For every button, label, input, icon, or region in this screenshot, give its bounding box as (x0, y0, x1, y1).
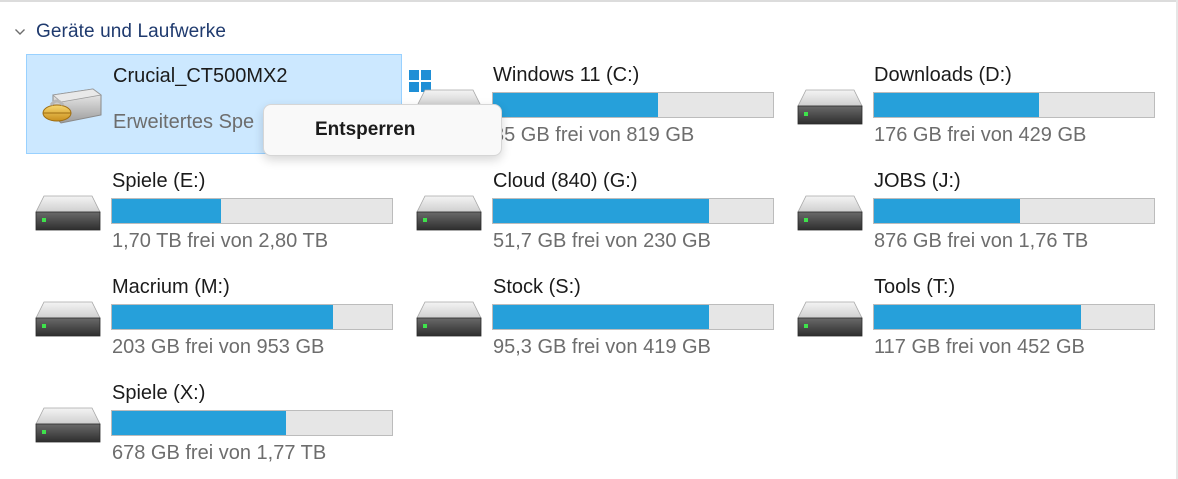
drive-tile-x[interactable]: Spiele (X:) 678 GB frei von 1,77 TB (26, 372, 402, 472)
drive-free-space: 51,7 GB frei von 230 GB (493, 230, 711, 252)
section-header-devices[interactable]: Geräte und Laufwerke (14, 19, 226, 45)
usage-bar (873, 92, 1155, 118)
drive-tile-d[interactable]: Downloads (D:) 176 GB frei von 429 GB (788, 54, 1164, 154)
drive-name: Macrium (M:) (112, 276, 230, 298)
drive-tile-j[interactable]: JOBS (J:) 876 GB frei von 1,76 TB (788, 160, 1164, 260)
drive-name: JOBS (J:) (874, 170, 961, 192)
drive-tile-s[interactable]: Stock (S:) 95,3 GB frei von 419 GB (407, 266, 783, 366)
usage-bar (873, 198, 1155, 224)
drive-name: Tools (T:) (874, 276, 956, 298)
drive-name: Stock (S:) (493, 276, 581, 298)
usage-bar-fill (112, 305, 334, 329)
drive-tile-e[interactable]: Spiele (E:) 1,70 TB frei von 2,80 TB (26, 160, 402, 260)
drive-free-space: 876 GB frei von 1,76 TB (874, 230, 1089, 252)
usage-bar (111, 304, 393, 330)
drive-icon (796, 190, 864, 238)
drive-tile-m[interactable]: Macrium (M:) 203 GB frei von 953 GB (26, 266, 402, 366)
menu-item-unlock[interactable]: Entsperren (270, 110, 495, 150)
usage-bar-fill (493, 199, 709, 223)
usage-bar (111, 198, 393, 224)
drive-name: Downloads (D:) (874, 64, 1012, 86)
context-menu: Entsperren (263, 104, 502, 156)
drive-free-space: 95,3 GB frei von 419 GB (493, 336, 711, 358)
drive-free-space: 35 GB frei von 819 GB (493, 124, 695, 146)
drive-name: Crucial_CT500MX2 (113, 65, 288, 87)
drive-icon (415, 296, 483, 344)
drive-tile-t[interactable]: Tools (T:) 117 GB frei von 452 GB (788, 266, 1164, 366)
drive-free-space: 1,70 TB frei von 2,80 TB (112, 230, 329, 252)
drive-name: Spiele (E:) (112, 170, 206, 192)
drive-icon (796, 296, 864, 344)
chevron-down-icon[interactable] (14, 26, 26, 38)
usage-bar-fill (493, 93, 659, 117)
usage-bar (492, 304, 774, 330)
usage-bar-fill (493, 305, 709, 329)
drive-free-space: 678 GB frei von 1,77 TB (112, 442, 327, 464)
section-title: Geräte und Laufwerke (36, 21, 227, 42)
top-divider (0, 0, 1178, 2)
usage-bar (492, 198, 774, 224)
usage-bar-fill (874, 199, 1020, 223)
drive-icon (415, 190, 483, 238)
drive-subtitle: Erweitertes Spe (113, 111, 255, 133)
drive-name: Windows 11 (C:) (493, 64, 640, 86)
drive-icon (34, 296, 102, 344)
usage-bar (492, 92, 774, 118)
drive-icon (34, 402, 102, 450)
drive-name: Spiele (X:) (112, 382, 206, 404)
drive-icon (796, 84, 864, 132)
drive-tile-g[interactable]: Cloud (840) (G:) 51,7 GB frei von 230 GB (407, 160, 783, 260)
usage-bar (873, 304, 1155, 330)
drive-name: Cloud (840) (G:) (493, 170, 638, 192)
usage-bar-fill (112, 199, 222, 223)
drive-icon (34, 190, 102, 238)
locked-drive-icon (35, 85, 103, 133)
usage-bar-fill (874, 305, 1082, 329)
drive-free-space: 203 GB frei von 953 GB (112, 336, 325, 358)
drive-free-space: 176 GB frei von 429 GB (874, 124, 1087, 146)
usage-bar-fill (874, 93, 1040, 117)
drive-free-space: 117 GB frei von 452 GB (874, 336, 1085, 358)
usage-bar (111, 410, 393, 436)
usage-bar-fill (112, 411, 286, 435)
